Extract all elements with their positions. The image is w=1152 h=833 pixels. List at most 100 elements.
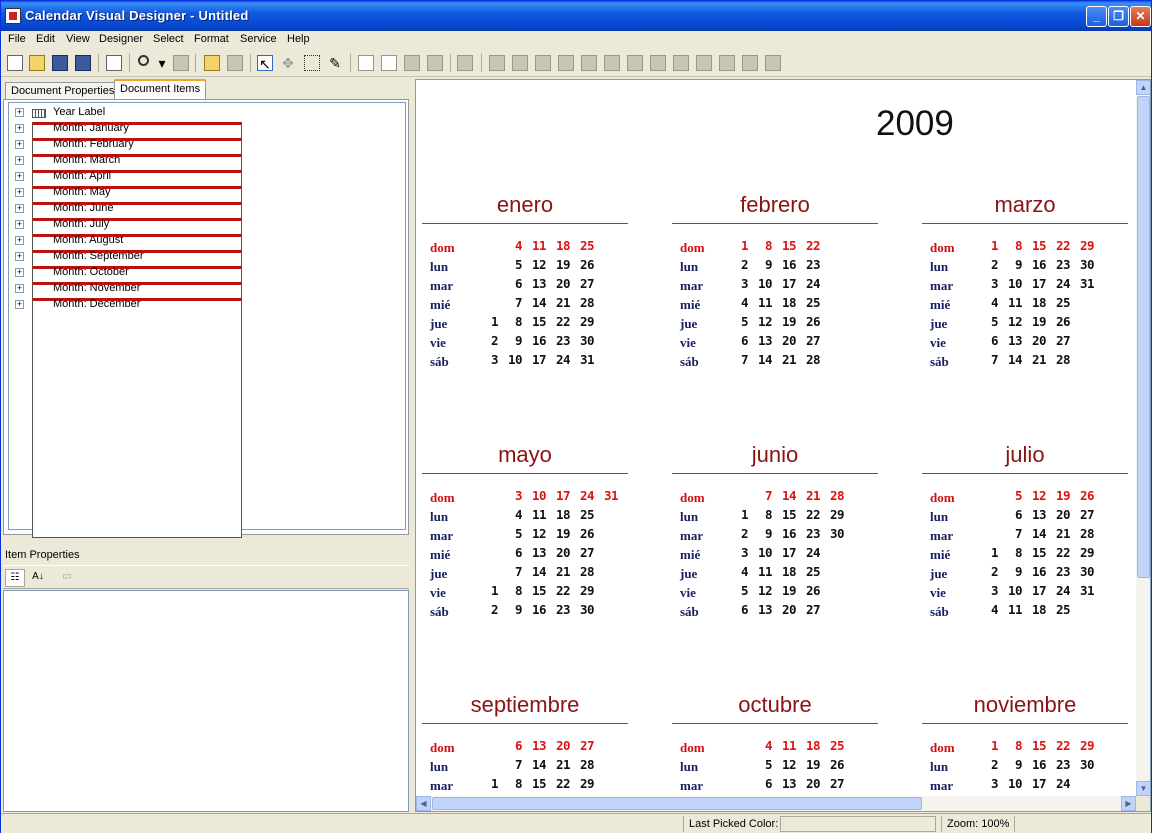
day-cell: 18 bbox=[555, 238, 571, 253]
new-document-icon[interactable] bbox=[7, 55, 23, 71]
day-cell: 22 bbox=[1055, 545, 1071, 560]
weekday-label: dom bbox=[930, 740, 955, 755]
status-separator bbox=[1014, 816, 1015, 832]
expand-icon[interactable]: + bbox=[15, 188, 24, 197]
align-left-icon[interactable] bbox=[489, 55, 505, 71]
vertical-scroll-thumb[interactable] bbox=[1137, 96, 1150, 578]
menu-edit[interactable]: Edit bbox=[36, 33, 55, 45]
document-items-tree[interactable]: + Year Label + Month: January + Month: Februa… bbox=[8, 102, 406, 538]
ungroup-icon[interactable] bbox=[427, 55, 443, 71]
vertical-scrollbar[interactable]: ▲ ▼ bbox=[1136, 80, 1150, 796]
align-top-icon[interactable] bbox=[535, 55, 551, 71]
distribute-vertical-icon[interactable] bbox=[650, 55, 666, 71]
tab-document-properties[interactable]: Document Properties bbox=[5, 82, 121, 99]
month-block[interactable]: octubre dom 4 11 18 25 lun 5 12 19 26 mar 6 13 20 27 bbox=[672, 580, 882, 796]
save-all-icon[interactable] bbox=[75, 55, 91, 71]
distribute-horizontal-icon[interactable] bbox=[627, 55, 643, 71]
month-name: julio bbox=[1005, 442, 1045, 467]
menu-select[interactable]: Select bbox=[153, 33, 184, 45]
arrange-icon[interactable] bbox=[742, 55, 758, 71]
center-horizontal-icon[interactable] bbox=[604, 55, 620, 71]
save-icon[interactable] bbox=[52, 55, 68, 71]
menu-designer[interactable]: Designer bbox=[99, 33, 143, 45]
menu-file[interactable]: File bbox=[8, 33, 26, 45]
expand-icon[interactable]: + bbox=[15, 172, 24, 181]
expand-icon[interactable]: + bbox=[15, 124, 24, 133]
design-canvas[interactable]: 2009 enero dom 4 11 18 25 lun 5 12 19 26 mar 6 13 20 27… bbox=[416, 80, 1136, 796]
scroll-right-icon[interactable]: ▶ bbox=[1121, 796, 1136, 811]
expand-icon[interactable]: + bbox=[15, 284, 24, 293]
expand-icon[interactable]: + bbox=[15, 220, 24, 229]
horizontal-scrollbar[interactable]: ◀ ▶ bbox=[416, 796, 1136, 811]
day-cell: 3 bbox=[740, 545, 749, 560]
zoom-icon[interactable] bbox=[138, 55, 149, 66]
group-icon[interactable] bbox=[404, 55, 420, 71]
day-cell: 26 bbox=[805, 314, 821, 329]
print-preview-icon[interactable] bbox=[106, 55, 122, 71]
expand-icon[interactable]: + bbox=[15, 204, 24, 213]
open-folder-icon[interactable] bbox=[29, 55, 45, 71]
add-item-icon[interactable] bbox=[204, 55, 220, 71]
menu-help[interactable]: Help bbox=[287, 33, 310, 45]
expand-icon[interactable]: + bbox=[15, 236, 24, 245]
scroll-down-icon[interactable]: ▼ bbox=[1136, 781, 1150, 796]
month-block[interactable]: marzo dom 1 8 15 22 29 lun 2 9 16 23 30 mar 3 10 17 24 31 m… bbox=[922, 80, 1132, 369]
align-right-group-icon[interactable] bbox=[381, 55, 397, 71]
rectangle-select-icon[interactable] bbox=[304, 55, 320, 71]
day-cell: 25 bbox=[829, 738, 845, 753]
expand-icon[interactable]: + bbox=[15, 140, 24, 149]
scroll-up-icon[interactable]: ▲ bbox=[1136, 80, 1150, 95]
month-block[interactable]: mayo dom 3 10 17 24 31 lun 4 11 18 25 mar 5 12 19 26 mié 6… bbox=[422, 330, 632, 619]
menu-format[interactable]: Format bbox=[194, 33, 229, 45]
menu-view[interactable]: View bbox=[66, 33, 90, 45]
property-pages-icon[interactable]: ▭ bbox=[57, 569, 77, 587]
delete-item-icon[interactable] bbox=[227, 55, 243, 71]
bring-to-front-icon[interactable] bbox=[457, 55, 473, 71]
day-cell: 3 bbox=[990, 776, 999, 791]
color-picker-icon[interactable]: ✎ bbox=[327, 55, 343, 71]
day-cell: 14 bbox=[1031, 526, 1047, 541]
same-height-icon[interactable] bbox=[696, 55, 712, 71]
fit-page-icon[interactable] bbox=[173, 55, 189, 71]
expand-icon[interactable]: + bbox=[15, 300, 24, 309]
close-button[interactable]: ✕ bbox=[1130, 6, 1151, 27]
grid-icon[interactable] bbox=[765, 55, 781, 71]
day-cell: 26 bbox=[1055, 314, 1071, 329]
pointer-tool-icon[interactable]: ↖ bbox=[257, 55, 273, 72]
move-tool-icon[interactable]: ✥ bbox=[280, 55, 296, 71]
day-cell: 26 bbox=[829, 757, 845, 772]
sort-alphabetical-icon[interactable]: A↓ bbox=[28, 569, 48, 587]
same-width-icon[interactable] bbox=[673, 55, 689, 71]
month-block[interactable]: junio dom 7 14 21 28 lun 1 8 15 22 29 mar 2 9 16 23 30 mié… bbox=[672, 330, 882, 619]
expand-icon[interactable]: + bbox=[15, 156, 24, 165]
month-block[interactable]: septiembre dom 6 13 20 27 lun 7 14 21 28 mar 1 8 15 22 2… bbox=[422, 580, 632, 796]
horizontal-scroll-thumb[interactable] bbox=[432, 797, 922, 810]
weekday-label: dom bbox=[430, 740, 455, 755]
scroll-left-icon[interactable]: ◀ bbox=[416, 796, 431, 811]
expand-icon[interactable]: + bbox=[15, 252, 24, 261]
month-block[interactable]: julio dom 5 12 19 26 lun 6 13 20 27 mar 7 14 21 28 mié 1 8… bbox=[922, 330, 1132, 619]
minimize-button[interactable]: _ bbox=[1086, 6, 1107, 27]
expand-icon[interactable]: + bbox=[15, 268, 24, 277]
tab-document-items[interactable]: Document Items bbox=[114, 79, 207, 100]
align-center-icon[interactable] bbox=[512, 55, 528, 71]
day-cell: 3 bbox=[514, 488, 523, 503]
zoom-dropdown-icon[interactable]: ▾ bbox=[154, 55, 170, 71]
same-size-icon[interactable] bbox=[719, 55, 735, 71]
align-left-group-icon[interactable] bbox=[358, 55, 374, 71]
title-bar[interactable]: Calendar Visual Designer - Untitled _ ❐ … bbox=[1, 1, 1151, 31]
menu-service[interactable]: Service bbox=[240, 33, 277, 45]
month-block[interactable]: enero dom 4 11 18 25 lun 5 12 19 26 mar 6 13 20 27 mié 7 1… bbox=[422, 80, 632, 369]
month-block[interactable]: febrero dom 1 8 15 22 lun 2 9 16 23 mar 3 10 17 24 mié 4 1… bbox=[672, 80, 882, 369]
expand-icon[interactable]: + bbox=[15, 108, 24, 117]
categorized-icon[interactable]: ☷ bbox=[5, 569, 25, 587]
month-block[interactable]: noviembre dom 1 8 15 22 29 lun 2 9 16 23 30 mar 3 10 17 2… bbox=[922, 580, 1132, 796]
tree-item-label: Year Label bbox=[53, 106, 106, 118]
item-properties-grid[interactable] bbox=[3, 590, 409, 812]
day-cell: 15 bbox=[1031, 238, 1047, 253]
align-bottom-icon[interactable] bbox=[558, 55, 574, 71]
maximize-button[interactable]: ❐ bbox=[1108, 6, 1129, 27]
day-cell: 19 bbox=[1031, 314, 1047, 329]
align-middle-icon[interactable] bbox=[581, 55, 597, 71]
day-cell: 24 bbox=[805, 276, 821, 291]
